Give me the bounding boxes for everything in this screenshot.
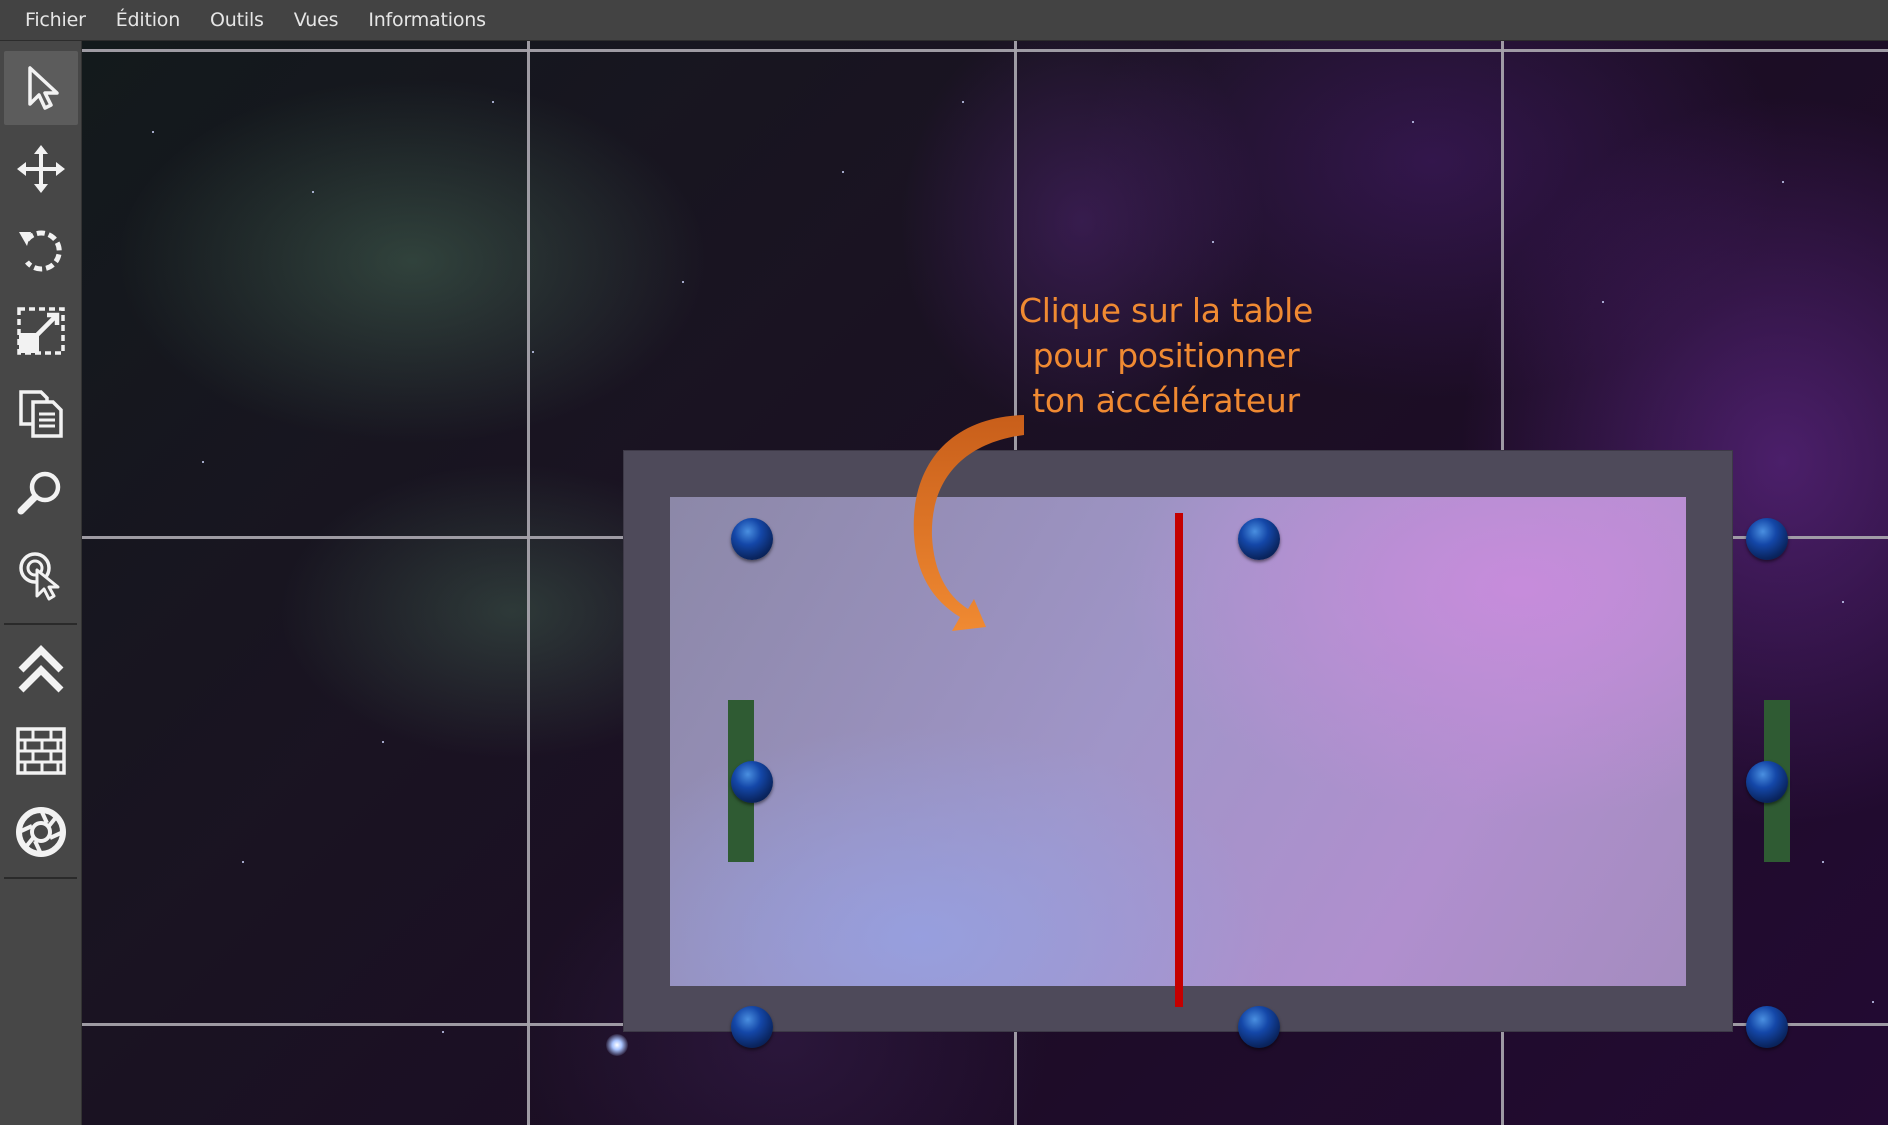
scale-icon [17,307,65,355]
instruction-line-1: Clique sur la table [1019,291,1313,330]
menu-vues[interactable]: Vues [279,3,354,37]
control-point[interactable] [1746,761,1788,803]
menu-informations[interactable]: Informations [353,3,500,37]
menu-bar: Fichier Édition Outils Vues Informations [0,0,1888,41]
toolbar [0,41,82,1125]
control-point[interactable] [1746,518,1788,560]
move-icon [17,145,65,193]
menu-outils[interactable]: Outils [195,3,279,37]
scale-tool-button[interactable] [4,294,78,368]
menu-fichier[interactable]: Fichier [10,3,101,37]
control-point[interactable] [731,761,773,803]
curved-arrow-icon [913,415,1024,631]
booster-tool-button[interactable] [4,633,78,707]
duplicate-icon [19,390,63,438]
control-point[interactable] [731,1006,773,1048]
grid-line [82,49,1888,52]
toolbar-separator [4,623,77,625]
move-tool-button[interactable] [4,132,78,206]
select-tool-button[interactable] [4,51,78,125]
duplicate-tool-button[interactable] [4,375,78,449]
zoom-tool-button[interactable] [4,456,78,530]
select-arrow-icon [28,66,59,110]
control-point[interactable] [1238,518,1280,560]
click-select-tool-button[interactable] [4,537,78,611]
select-click-icon [19,552,60,601]
rotate-icon [19,230,62,272]
portal-tool-button[interactable] [4,795,78,869]
table-center-line[interactable] [1175,513,1183,1007]
portal-icon [16,807,66,857]
wall-tool-button[interactable] [4,714,78,788]
menu-edition[interactable]: Édition [101,3,195,37]
control-point[interactable] [1746,1006,1788,1048]
control-point[interactable] [1238,1006,1280,1048]
control-point[interactable] [731,518,773,560]
instruction-line-2: pour positionner [1032,336,1300,375]
toolbar-separator [4,877,77,879]
grid-line [527,41,530,1125]
double-chevron-up-icon [18,645,64,693]
glowing-star [606,1034,628,1056]
rotate-tool-button[interactable] [4,213,78,287]
zoom-icon [17,471,61,515]
brick-wall-icon [16,727,66,775]
